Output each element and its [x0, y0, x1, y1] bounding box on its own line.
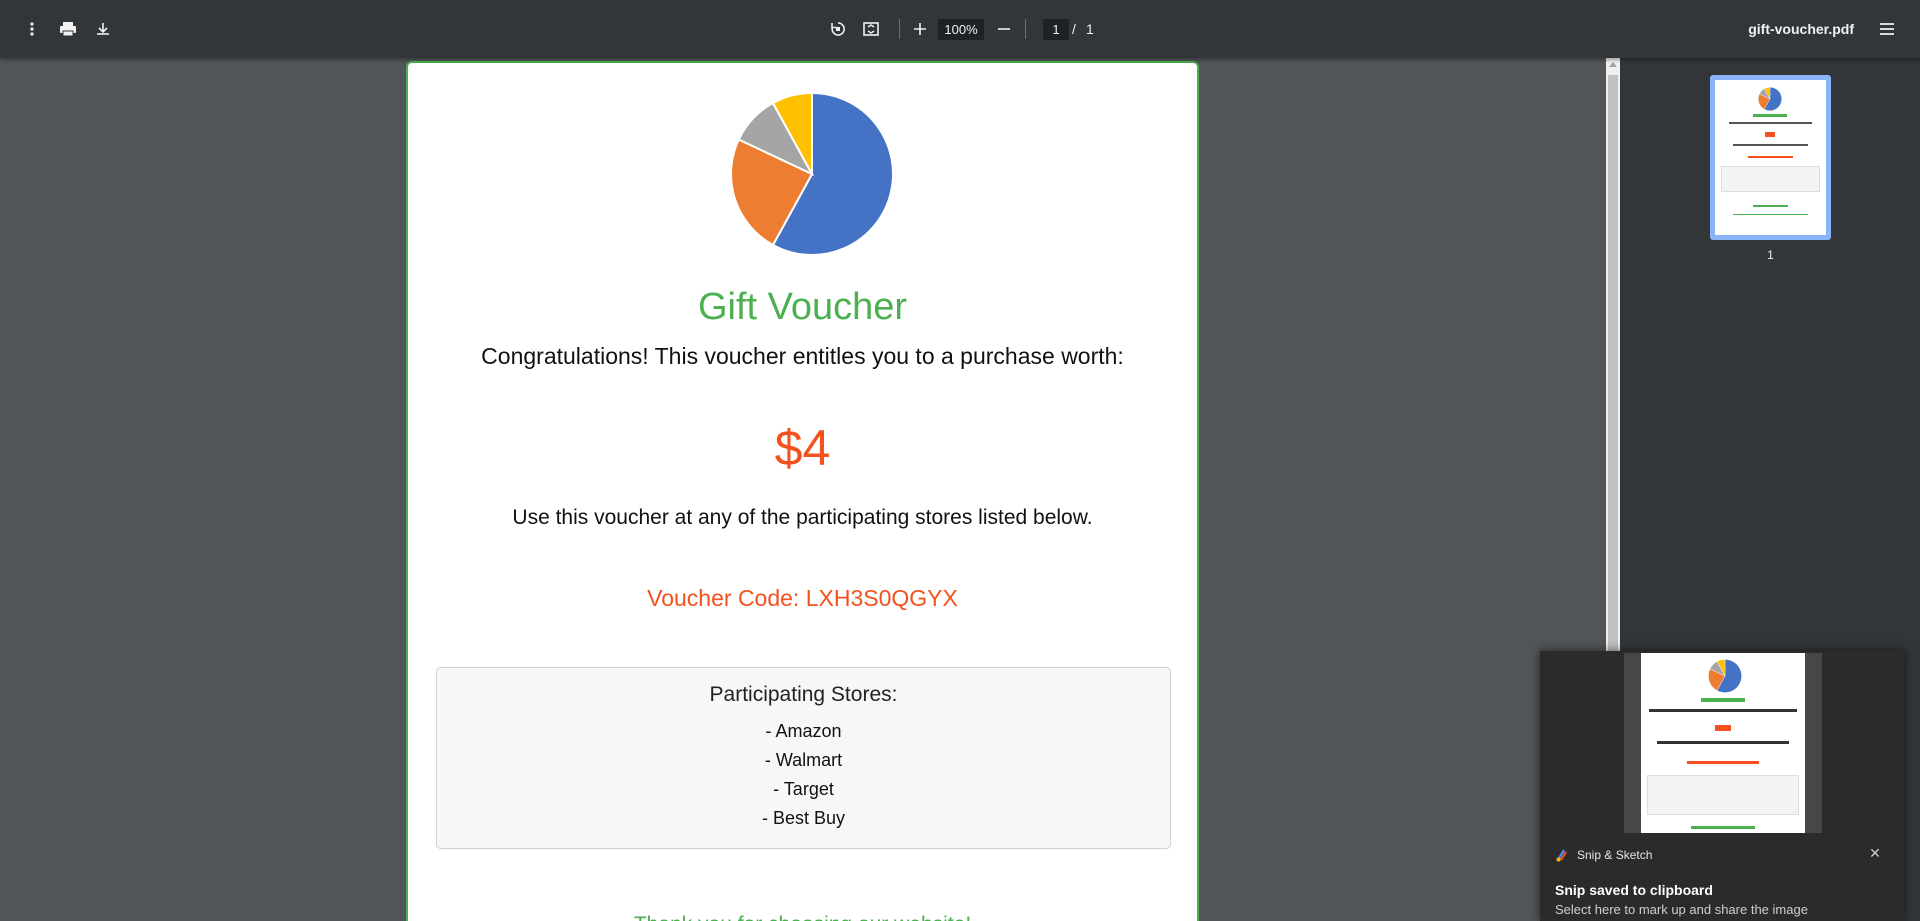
toolbar-divider: [899, 19, 900, 39]
page-number-input[interactable]: 1: [1043, 19, 1069, 40]
store-item: - Walmart: [764, 750, 843, 770]
zoom-out-icon[interactable]: [990, 15, 1018, 43]
scroll-up-arrow-icon[interactable]: [1609, 62, 1617, 67]
voucher-amount: $4: [774, 420, 831, 476]
toast-app-name: Snip & Sketch: [1577, 848, 1653, 862]
print-icon[interactable]: [54, 15, 82, 43]
voucher-footer-text: Thank you for choosing our website!: [408, 913, 1197, 921]
participating-stores-box: Participating Stores: - Amazon - Walmart…: [436, 667, 1171, 849]
toast-body: Select here to mark up and share the ima…: [1555, 902, 1808, 917]
pie-chart: [730, 91, 894, 256]
page-total: 1: [1086, 21, 1094, 37]
close-icon[interactable]: ✕: [1866, 844, 1884, 862]
pdf-toolbar: 100% 1 / 1 gift-voucher.pdf: [0, 0, 1920, 58]
voucher-title: Gift Voucher: [697, 286, 908, 328]
page-separator: /: [1072, 21, 1076, 37]
page-thumbnail[interactable]: [1710, 75, 1831, 240]
fit-page-icon[interactable]: [857, 15, 885, 43]
rotate-icon[interactable]: [824, 15, 852, 43]
voucher-congrats-text: Congratulations! This voucher entitles y…: [481, 343, 1124, 369]
download-icon[interactable]: [89, 15, 117, 43]
thumbnail-pie-icon: [1758, 87, 1782, 111]
snip-sketch-icon: [1556, 849, 1567, 862]
voucher-page: Gift Voucher Congratulations! This vouch…: [406, 61, 1199, 921]
file-title: gift-voucher.pdf: [1748, 21, 1854, 37]
more-vertical-icon[interactable]: [18, 15, 46, 43]
thumbnail-page-preview: [1715, 80, 1826, 235]
toast-app-header: Snip & Sketch: [1555, 848, 1652, 862]
menu-icon[interactable]: [1873, 15, 1901, 43]
zoom-in-icon[interactable]: [906, 15, 934, 43]
store-item: - Best Buy: [761, 808, 846, 828]
voucher-code: Voucher Code: LXH3S0QGYX: [647, 585, 958, 611]
thumbnail-page-number: 1: [1767, 248, 1774, 262]
toast-title: Snip saved to clipboard: [1555, 882, 1713, 898]
zoom-level-input[interactable]: 100%: [938, 19, 984, 40]
document-viewport: Gift Voucher Congratulations! This vouch…: [0, 58, 1606, 921]
store-item: - Target: [773, 779, 834, 799]
store-item: - Amazon: [765, 721, 842, 741]
snip-preview-page: [1641, 653, 1805, 833]
snip-preview-image[interactable]: [1624, 653, 1822, 833]
snip-preview-pie-icon: [1708, 659, 1742, 693]
stores-title: Participating Stores:: [709, 683, 898, 706]
voucher-use-text: Use this voucher at any of the participa…: [512, 506, 1093, 529]
snip-notification[interactable]: Snip & Sketch ✕ Snip saved to clipboard …: [1540, 651, 1904, 921]
toolbar-divider: [1025, 19, 1026, 39]
